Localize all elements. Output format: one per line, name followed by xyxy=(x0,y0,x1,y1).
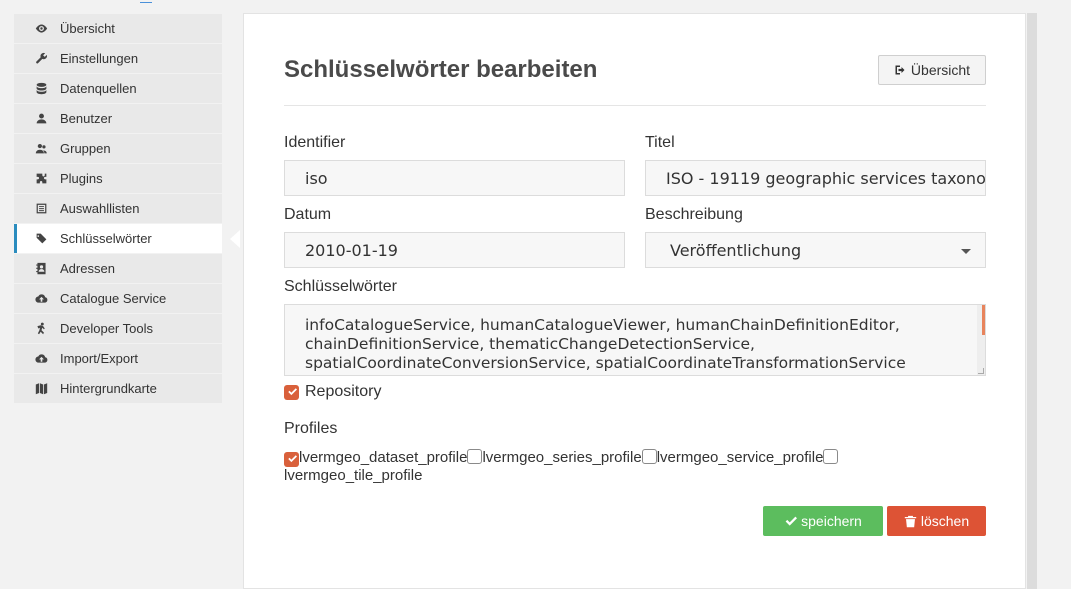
address-book-icon xyxy=(34,262,48,276)
sidebar-item-label: Übersicht xyxy=(60,21,115,36)
description-selected-value: Veröffentlichung xyxy=(670,240,802,260)
cloud-upload-icon xyxy=(34,292,48,306)
resize-handle-icon[interactable] xyxy=(978,368,984,374)
sidebar-item-label: Adressen xyxy=(60,261,115,276)
edit-keywords-panel: Schlüsselwörter bearbeiten Übersicht Ide… xyxy=(243,13,1026,589)
sidebar-item-label: Catalogue Service xyxy=(60,291,167,306)
sidebar-item-einstellungen[interactable]: Einstellungen xyxy=(14,44,222,73)
save-button-label: speichern xyxy=(801,513,862,529)
delete-button[interactable]: löschen xyxy=(887,506,986,536)
sidebar: Übersicht Einstellungen Datenquellen Ben… xyxy=(14,14,222,404)
sidebar-item-benutzer[interactable]: Benutzer xyxy=(14,104,222,133)
sidebar-item-developer-tools[interactable]: Developer Tools xyxy=(14,314,222,343)
description-select[interactable]: Veröffentlichung xyxy=(645,232,986,268)
sidebar-item-plugins[interactable]: Plugins xyxy=(14,164,222,193)
list-icon xyxy=(34,202,48,216)
sidebar-item-import-export[interactable]: Import/Export xyxy=(14,344,222,373)
tags-icon xyxy=(34,232,48,246)
sidebar-item-label: Benutzer xyxy=(60,111,113,126)
profile-label: lvermgeo_tile_profile xyxy=(284,467,423,484)
sidebar-item-label: Datenquellen xyxy=(60,81,137,96)
delete-button-label: löschen xyxy=(920,513,970,529)
check-icon xyxy=(287,455,297,463)
profile-service[interactable]: lvermgeo_service_profile xyxy=(641,449,824,466)
profile-dataset-checkbox[interactable] xyxy=(284,451,299,467)
keywords-textarea[interactable]: infoCatalogueService, humanCatalogueView… xyxy=(284,304,986,376)
profiles-list: lvermgeo_dataset_profile lvermgeo_series_… xyxy=(284,449,904,485)
repository-checkbox[interactable] xyxy=(284,384,299,400)
identifier-field[interactable]: iso xyxy=(284,160,625,196)
sidebar-item-auswahllisten[interactable]: Auswahllisten xyxy=(14,194,222,223)
date-label: Datum xyxy=(284,206,332,223)
profile-dataset[interactable]: lvermgeo_dataset_profile xyxy=(284,449,468,467)
textarea-scrollbar[interactable] xyxy=(977,305,985,375)
cloud-icon xyxy=(34,352,48,366)
textarea-scroll-thumb[interactable] xyxy=(982,305,985,335)
wrench-icon xyxy=(34,52,48,66)
overview-button[interactable]: Übersicht xyxy=(878,55,986,85)
sidebar-item-adressen[interactable]: Adressen xyxy=(14,254,222,283)
page-scrollbar[interactable] xyxy=(1027,13,1037,589)
sidebar-item-label: Hintergrundkarte xyxy=(60,381,157,396)
eye-icon xyxy=(34,22,48,36)
profiles-label: Profiles xyxy=(284,420,338,437)
sidebar-item-uebersicht[interactable]: Übersicht xyxy=(14,14,222,43)
sidebar-item-label: Einstellungen xyxy=(60,51,139,66)
description-label: Beschreibung xyxy=(645,206,743,223)
keywords-text: infoCatalogueService, humanCatalogueView… xyxy=(305,316,906,372)
keywords-label: Schlüsselwörter xyxy=(284,278,397,295)
profile-series[interactable]: lvermgeo_series_profile xyxy=(467,449,642,466)
sidebar-item-label: Import/Export xyxy=(60,351,139,366)
title-label: Titel xyxy=(645,134,675,151)
sidebar-item-catalogue-service[interactable]: Catalogue Service xyxy=(14,284,222,313)
profile-service-checkbox[interactable] xyxy=(641,449,657,464)
person-icon xyxy=(34,322,48,336)
sidebar-item-schluesselwoerter[interactable]: Schlüsselwörter xyxy=(14,224,222,253)
users-icon xyxy=(34,142,48,156)
caret-down-icon xyxy=(961,249,971,254)
repository-label: Repository xyxy=(305,383,382,400)
sidebar-item-label: Auswahllisten xyxy=(60,201,140,216)
repository-checkbox-row[interactable]: Repository xyxy=(284,383,381,401)
page-title: Schlüsselwörter bearbeiten xyxy=(284,56,598,83)
profile-label: lvermgeo_service_profile xyxy=(656,449,824,466)
check-icon xyxy=(785,516,798,526)
user-icon xyxy=(34,112,48,126)
sign-out-icon xyxy=(895,65,905,75)
profile-tile-checkbox[interactable] xyxy=(823,449,839,464)
top-accent-line xyxy=(140,0,152,3)
sidebar-item-hintergrundkarte[interactable]: Hintergrundkarte xyxy=(14,374,222,403)
check-icon xyxy=(287,388,297,396)
sidebar-item-label: Gruppen xyxy=(60,141,111,156)
profile-series-checkbox[interactable] xyxy=(467,449,483,464)
date-field[interactable]: 2010-01-19 xyxy=(284,232,625,268)
profile-label: lvermgeo_series_profile xyxy=(482,449,642,466)
trash-icon xyxy=(904,515,917,527)
overview-button-label: Übersicht xyxy=(910,62,971,78)
sidebar-item-label: Schlüsselwörter xyxy=(60,231,152,246)
sidebar-item-label: Developer Tools xyxy=(60,321,153,336)
sidebar-item-datenquellen[interactable]: Datenquellen xyxy=(14,74,222,103)
profile-label: lvermgeo_dataset_profile xyxy=(299,449,468,466)
sidebar-item-label: Plugins xyxy=(60,171,103,186)
title-field[interactable]: ISO - 19119 geographic services taxonomy xyxy=(645,160,986,196)
puzzle-icon xyxy=(34,172,48,186)
identifier-label: Identifier xyxy=(284,134,346,151)
database-icon xyxy=(34,82,48,96)
title-divider xyxy=(284,105,986,106)
map-icon xyxy=(34,382,48,396)
active-item-pointer xyxy=(230,230,240,248)
sidebar-item-gruppen[interactable]: Gruppen xyxy=(14,134,222,163)
save-button[interactable]: speichern xyxy=(763,506,883,536)
